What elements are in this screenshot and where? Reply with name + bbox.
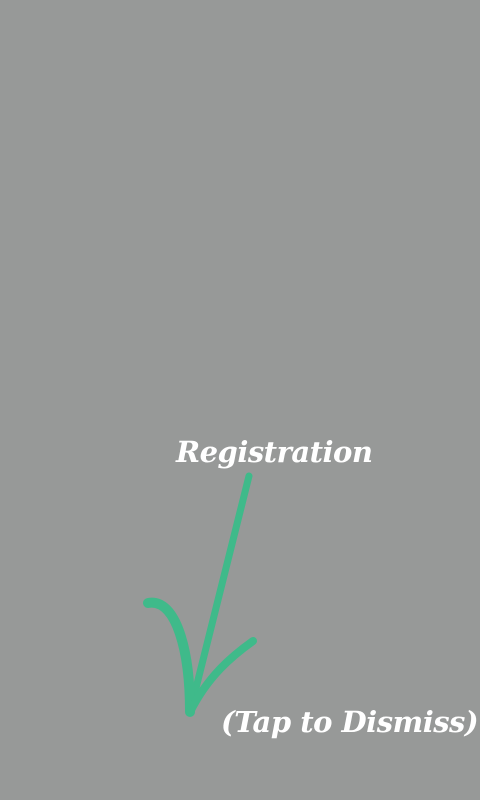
tap-to-dismiss-label[interactable]: (Tap to Dismiss) (221, 700, 479, 744)
coach-mark-overlay[interactable]: Registration (Tap to Dismiss) (0, 0, 480, 800)
registration-hint-label: Registration (176, 435, 373, 469)
curved-arrow-down-left-icon (140, 470, 270, 720)
